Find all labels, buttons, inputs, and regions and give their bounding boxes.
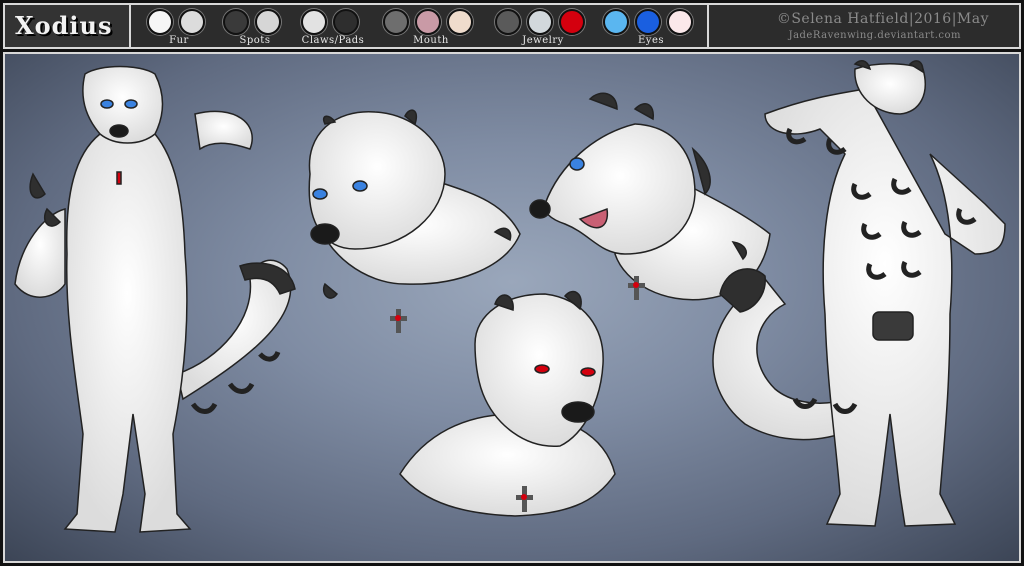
back-view-figure xyxy=(712,59,1006,527)
color-swatch-claws-pads-2 xyxy=(333,9,359,35)
color-swatch-spots-2 xyxy=(255,9,281,35)
color-swatch-jewelry-2 xyxy=(527,9,553,35)
palette-label-mouth: Mouth xyxy=(413,35,449,46)
color-swatch-mouth-3 xyxy=(447,9,473,35)
palette-label-jewelry: Jewelry xyxy=(522,35,564,46)
palette-label-spots: Spots xyxy=(239,35,271,46)
color-swatch-eyes-3 xyxy=(667,9,693,35)
palette-label-fur: Fur xyxy=(169,35,189,46)
name-box: Xodius xyxy=(5,5,131,47)
credit-box: ©Selena Hatfield|2016|May JadeRavenwing.… xyxy=(713,5,1019,47)
color-swatch-fur-1 xyxy=(147,9,173,35)
head-closeup-angry xyxy=(399,290,616,517)
artist-website: JadeRavenwing.deviantart.com xyxy=(788,30,961,41)
palette-label-eyes: Eyes xyxy=(638,35,664,46)
color-swatch-mouth-2 xyxy=(415,9,441,35)
palette-label-claws-pads: Claws/Pads xyxy=(301,35,365,46)
head-closeup-neutral xyxy=(308,109,521,333)
color-swatch-spots-1 xyxy=(223,9,249,35)
color-swatch-jewelry-3 xyxy=(559,9,585,35)
color-swatch-jewelry-1 xyxy=(495,9,521,35)
character-artwork xyxy=(14,59,1006,533)
color-swatch-eyes-2 xyxy=(635,9,661,35)
head-closeup-happy xyxy=(529,92,771,301)
color-swatch-eyes-1 xyxy=(603,9,629,35)
reference-sheet: Xodius Fur Spots Claws/Pads Mouth Jewelry Eye… xyxy=(0,0,1024,566)
color-swatch-mouth-1 xyxy=(383,9,409,35)
color-palette: Fur Spots Claws/Pads Mouth Jewelry Eyes xyxy=(135,5,709,47)
character-name: Xodius xyxy=(15,11,113,40)
header-bar: Xodius Fur Spots Claws/Pads Mouth Jewelry Eye… xyxy=(3,3,1021,49)
front-view-figure xyxy=(14,65,296,533)
artwork-stage xyxy=(3,52,1021,563)
artist-credit: ©Selena Hatfield|2016|May xyxy=(776,11,989,27)
color-swatch-fur-2 xyxy=(179,9,205,35)
color-swatch-claws-pads-1 xyxy=(301,9,327,35)
